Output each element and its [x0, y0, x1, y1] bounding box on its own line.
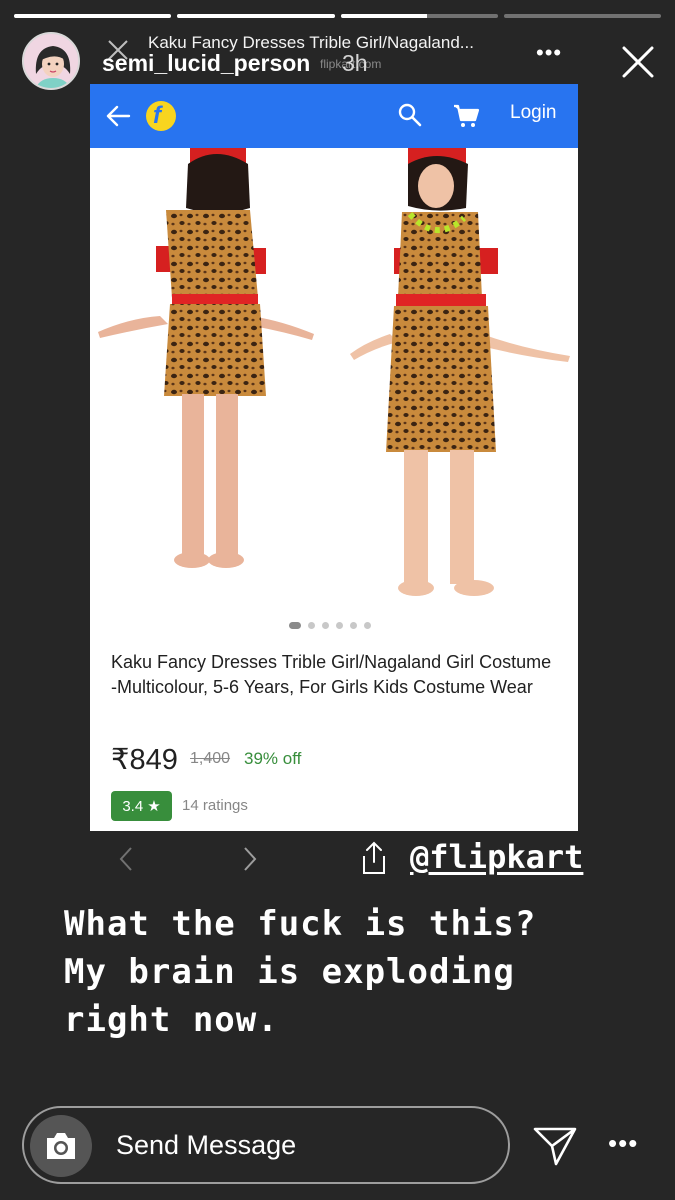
back-arrow-icon [106, 105, 131, 127]
product-mrp: 1,400 [190, 750, 231, 767]
avatar[interactable] [22, 32, 80, 90]
rating-badge: 3.4 ★ [111, 791, 172, 821]
progress-segment [503, 14, 661, 18]
progress-segment [177, 14, 335, 18]
product-image [90, 148, 578, 668]
star-icon: ★ [147, 798, 161, 815]
camera-button[interactable] [30, 1115, 92, 1177]
product-title: Kaku Fancy Dresses Trible Girl/Nagaland … [111, 652, 552, 697]
carousel-dot [308, 622, 315, 629]
chevron-right-icon [244, 847, 257, 871]
carousel-dot [336, 622, 343, 629]
close-icon[interactable] [620, 44, 656, 80]
carousel-dot [364, 622, 371, 629]
story-progress [14, 14, 661, 18]
search-icon [398, 103, 422, 127]
ratings-count: 14 ratings [182, 797, 248, 814]
product-price: ₹849 [111, 744, 178, 776]
carousel-dot [322, 622, 329, 629]
flipkart-logo-icon: f [146, 101, 176, 131]
carousel-dot [289, 622, 301, 629]
send-message-placeholder: Send Message [116, 1130, 297, 1160]
more-options-icon[interactable]: ••• [608, 1128, 638, 1159]
camera-icon [47, 1133, 75, 1159]
mention-sticker[interactable]: @flipkart [410, 838, 583, 876]
flipkart-header: f Login [90, 84, 578, 148]
browser-menu-icon: ••• [536, 40, 563, 65]
progress-segment [14, 14, 172, 18]
send-icon[interactable] [532, 1124, 578, 1168]
cart-icon [454, 104, 480, 127]
story-caption: What the fuck is this? My brain is explo… [64, 904, 537, 1040]
chevron-left-icon [119, 847, 132, 871]
shared-screenshot[interactable]: f Login Kaku Fancy Dresses Trible Girl/N… [90, 84, 578, 831]
rating-value: 3.4 [122, 797, 144, 815]
story-time: 3h [342, 50, 368, 76]
story-username[interactable]: semi_lucid_person [102, 50, 310, 77]
progress-segment [340, 14, 498, 18]
share-icon [363, 841, 385, 874]
image-carousel-dots [289, 622, 371, 629]
product-discount: 39% off [244, 749, 302, 768]
login-link: Login [510, 102, 557, 123]
carousel-dot [350, 622, 357, 629]
